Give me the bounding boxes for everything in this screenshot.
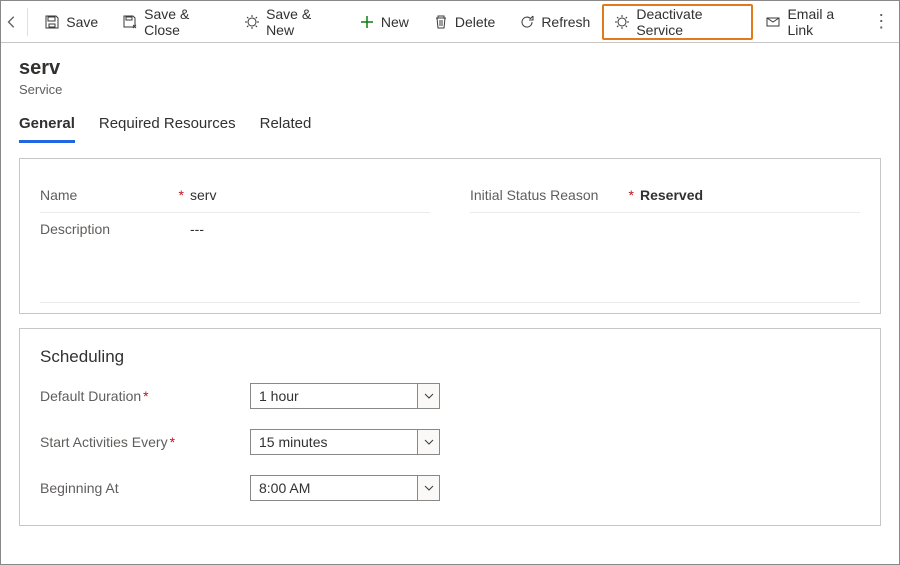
trash-icon [433, 14, 449, 30]
chevron-down-icon [417, 430, 439, 454]
record-title: serv [19, 57, 881, 80]
status-label: Initial Status Reason* [470, 187, 640, 203]
description-field[interactable]: --- [190, 221, 860, 237]
email-link-label: Email a Link [787, 6, 855, 38]
description-label: Description [40, 221, 190, 237]
delete-label: Delete [455, 14, 495, 30]
start-every-select[interactable]: 15 minutes [250, 429, 440, 455]
deactivate-service-button[interactable]: Deactivate Service [602, 4, 753, 40]
beginning-at-select[interactable]: 8:00 AM [250, 475, 440, 501]
record-header: serv Service [1, 43, 899, 111]
new-label: New [381, 14, 409, 30]
initial-status-field[interactable]: Reserved [640, 187, 860, 203]
start-every-label: Start Activities Every* [40, 434, 250, 450]
scheduling-section: Scheduling Default Duration* 1 hour Star… [19, 328, 881, 526]
save-new-label: Save & New [266, 6, 335, 38]
chevron-left-icon [5, 15, 19, 29]
general-section: Name* serv Initial Status Reason* Reserv… [19, 158, 881, 314]
name-field[interactable]: serv [190, 187, 430, 203]
tab-required-resources[interactable]: Required Resources [99, 111, 236, 143]
plus-icon [359, 14, 375, 30]
chevron-down-icon [417, 384, 439, 408]
beginning-at-value: 8:00 AM [259, 480, 310, 496]
email-link-button[interactable]: Email a Link [753, 4, 867, 40]
deactivate-label: Deactivate Service [636, 6, 741, 38]
start-every-value: 15 minutes [259, 434, 327, 450]
record-subtitle: Service [19, 82, 881, 97]
name-label: Name* [40, 187, 190, 203]
back-button[interactable] [5, 15, 23, 29]
email-icon [765, 14, 781, 30]
scheduling-title: Scheduling [40, 347, 860, 367]
tab-list: General Required Resources Related [1, 111, 899, 144]
tab-general[interactable]: General [19, 111, 75, 143]
refresh-button[interactable]: Refresh [507, 4, 602, 40]
refresh-icon [519, 14, 535, 30]
gear-icon [614, 14, 630, 30]
default-duration-select[interactable]: 1 hour [250, 383, 440, 409]
save-icon [44, 14, 60, 30]
save-close-label: Save & Close [144, 6, 220, 38]
save-close-button[interactable]: Save & Close [110, 4, 232, 40]
save-new-button[interactable]: Save & New [232, 4, 347, 40]
save-close-icon [122, 14, 138, 30]
new-button[interactable]: New [347, 4, 421, 40]
overflow-menu-button[interactable]: ⋮ [868, 11, 895, 32]
gear-icon [244, 14, 260, 30]
save-button[interactable]: Save [32, 4, 110, 40]
chevron-down-icon [417, 476, 439, 500]
toolbar-divider [27, 8, 28, 36]
default-duration-value: 1 hour [259, 388, 299, 404]
refresh-label: Refresh [541, 14, 590, 30]
command-bar: Save Save & Close Save & New New Delete … [1, 1, 899, 43]
default-duration-label: Default Duration* [40, 388, 250, 404]
delete-button[interactable]: Delete [421, 4, 507, 40]
beginning-at-label: Beginning At [40, 480, 250, 496]
save-label: Save [66, 14, 98, 30]
tab-related[interactable]: Related [260, 111, 312, 143]
